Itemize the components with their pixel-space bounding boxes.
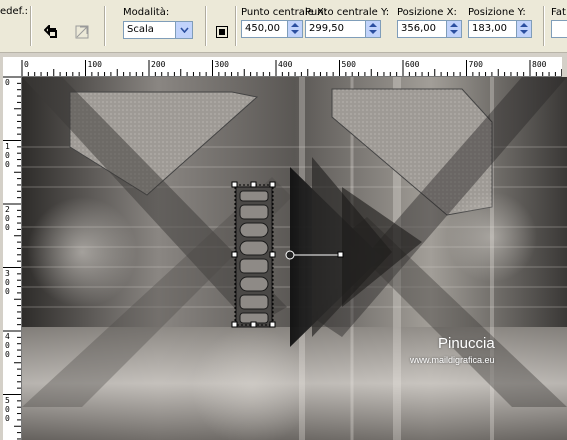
ruler-label: 400 bbox=[278, 60, 293, 69]
watermark-url: www.maildigrafica.eu bbox=[410, 355, 495, 365]
pos-y-field[interactable]: 183,00 bbox=[468, 20, 532, 38]
factor-label: Fat bbox=[551, 7, 566, 18]
ruler-label: 200 bbox=[151, 60, 166, 69]
ruler-label: 0 bbox=[24, 60, 29, 69]
ruler-label: 4 0 0 bbox=[5, 332, 10, 359]
mode-select[interactable]: Scala bbox=[123, 21, 193, 39]
ruler-label: 1 0 0 bbox=[5, 141, 10, 169]
ruler-label: 300 bbox=[214, 60, 229, 69]
reset-rotation-icon bbox=[44, 25, 57, 38]
pos-y-value: 183,00 bbox=[472, 23, 507, 34]
separator bbox=[30, 6, 32, 46]
image-canvas[interactable] bbox=[22, 77, 567, 440]
ruler-label: 2 0 0 bbox=[5, 205, 10, 232]
pick-tool-options-bar: edef.: Modalità: Scala Punto centrale X:… bbox=[0, 0, 567, 53]
spin-arrows-icon[interactable] bbox=[516, 21, 531, 37]
vertical-ruler[interactable]: 0 1 0 0 2 0 0 3 0 0 4 0 0 5 0 0 bbox=[3, 76, 22, 440]
pos-x-value: 356,00 bbox=[401, 23, 436, 34]
ruler-label: 0 bbox=[5, 78, 10, 87]
apply-transform-icon bbox=[75, 25, 89, 39]
transform-icon bbox=[216, 26, 228, 38]
center-x-field[interactable]: 450,00 bbox=[241, 20, 303, 38]
pos-y-label: Posizione Y: bbox=[468, 7, 526, 18]
center-y-label: Punto centrale Y: bbox=[305, 7, 390, 18]
watermark-name: Pinuccia bbox=[438, 335, 495, 352]
factor-field[interactable] bbox=[551, 20, 567, 38]
separator bbox=[104, 6, 106, 46]
center-x-value: 450,00 bbox=[245, 23, 280, 34]
ruler-corner bbox=[3, 60, 22, 77]
ruler-ticks bbox=[3, 76, 21, 440]
spin-arrows-icon[interactable] bbox=[446, 21, 461, 37]
canvas-artwork bbox=[22, 77, 567, 440]
horizontal-ruler[interactable]: 0 100 200 300 400 500 600 700 800 bbox=[21, 60, 562, 77]
apply-transform-button[interactable] bbox=[70, 20, 94, 44]
spin-arrows-icon[interactable] bbox=[365, 21, 380, 37]
ruler-label: 600 bbox=[405, 60, 420, 69]
ruler-label: 800 bbox=[532, 60, 547, 69]
ruler-label: 5 0 0 bbox=[5, 395, 10, 423]
reset-rotation-button[interactable] bbox=[40, 20, 64, 44]
transform-button[interactable] bbox=[210, 20, 234, 44]
separator bbox=[543, 6, 545, 46]
separator bbox=[205, 6, 207, 46]
pos-x-field[interactable]: 356,00 bbox=[397, 20, 462, 38]
pos-x-label: Posizione X: bbox=[397, 7, 457, 18]
ruler-label: 100 bbox=[87, 60, 102, 69]
center-y-value: 299,50 bbox=[309, 23, 344, 34]
chevron-down-icon[interactable] bbox=[175, 22, 192, 38]
ruler-label: 700 bbox=[468, 60, 483, 69]
mode-label: Modalità: bbox=[123, 7, 170, 18]
preset-label: edef.: bbox=[0, 6, 28, 17]
spin-arrows-icon[interactable] bbox=[287, 21, 302, 37]
mode-value: Scala bbox=[127, 24, 154, 35]
separator bbox=[235, 6, 237, 46]
center-y-field[interactable]: 299,50 bbox=[305, 20, 381, 38]
ruler-label: 500 bbox=[341, 60, 356, 69]
ruler-label: 3 0 0 bbox=[5, 268, 10, 296]
